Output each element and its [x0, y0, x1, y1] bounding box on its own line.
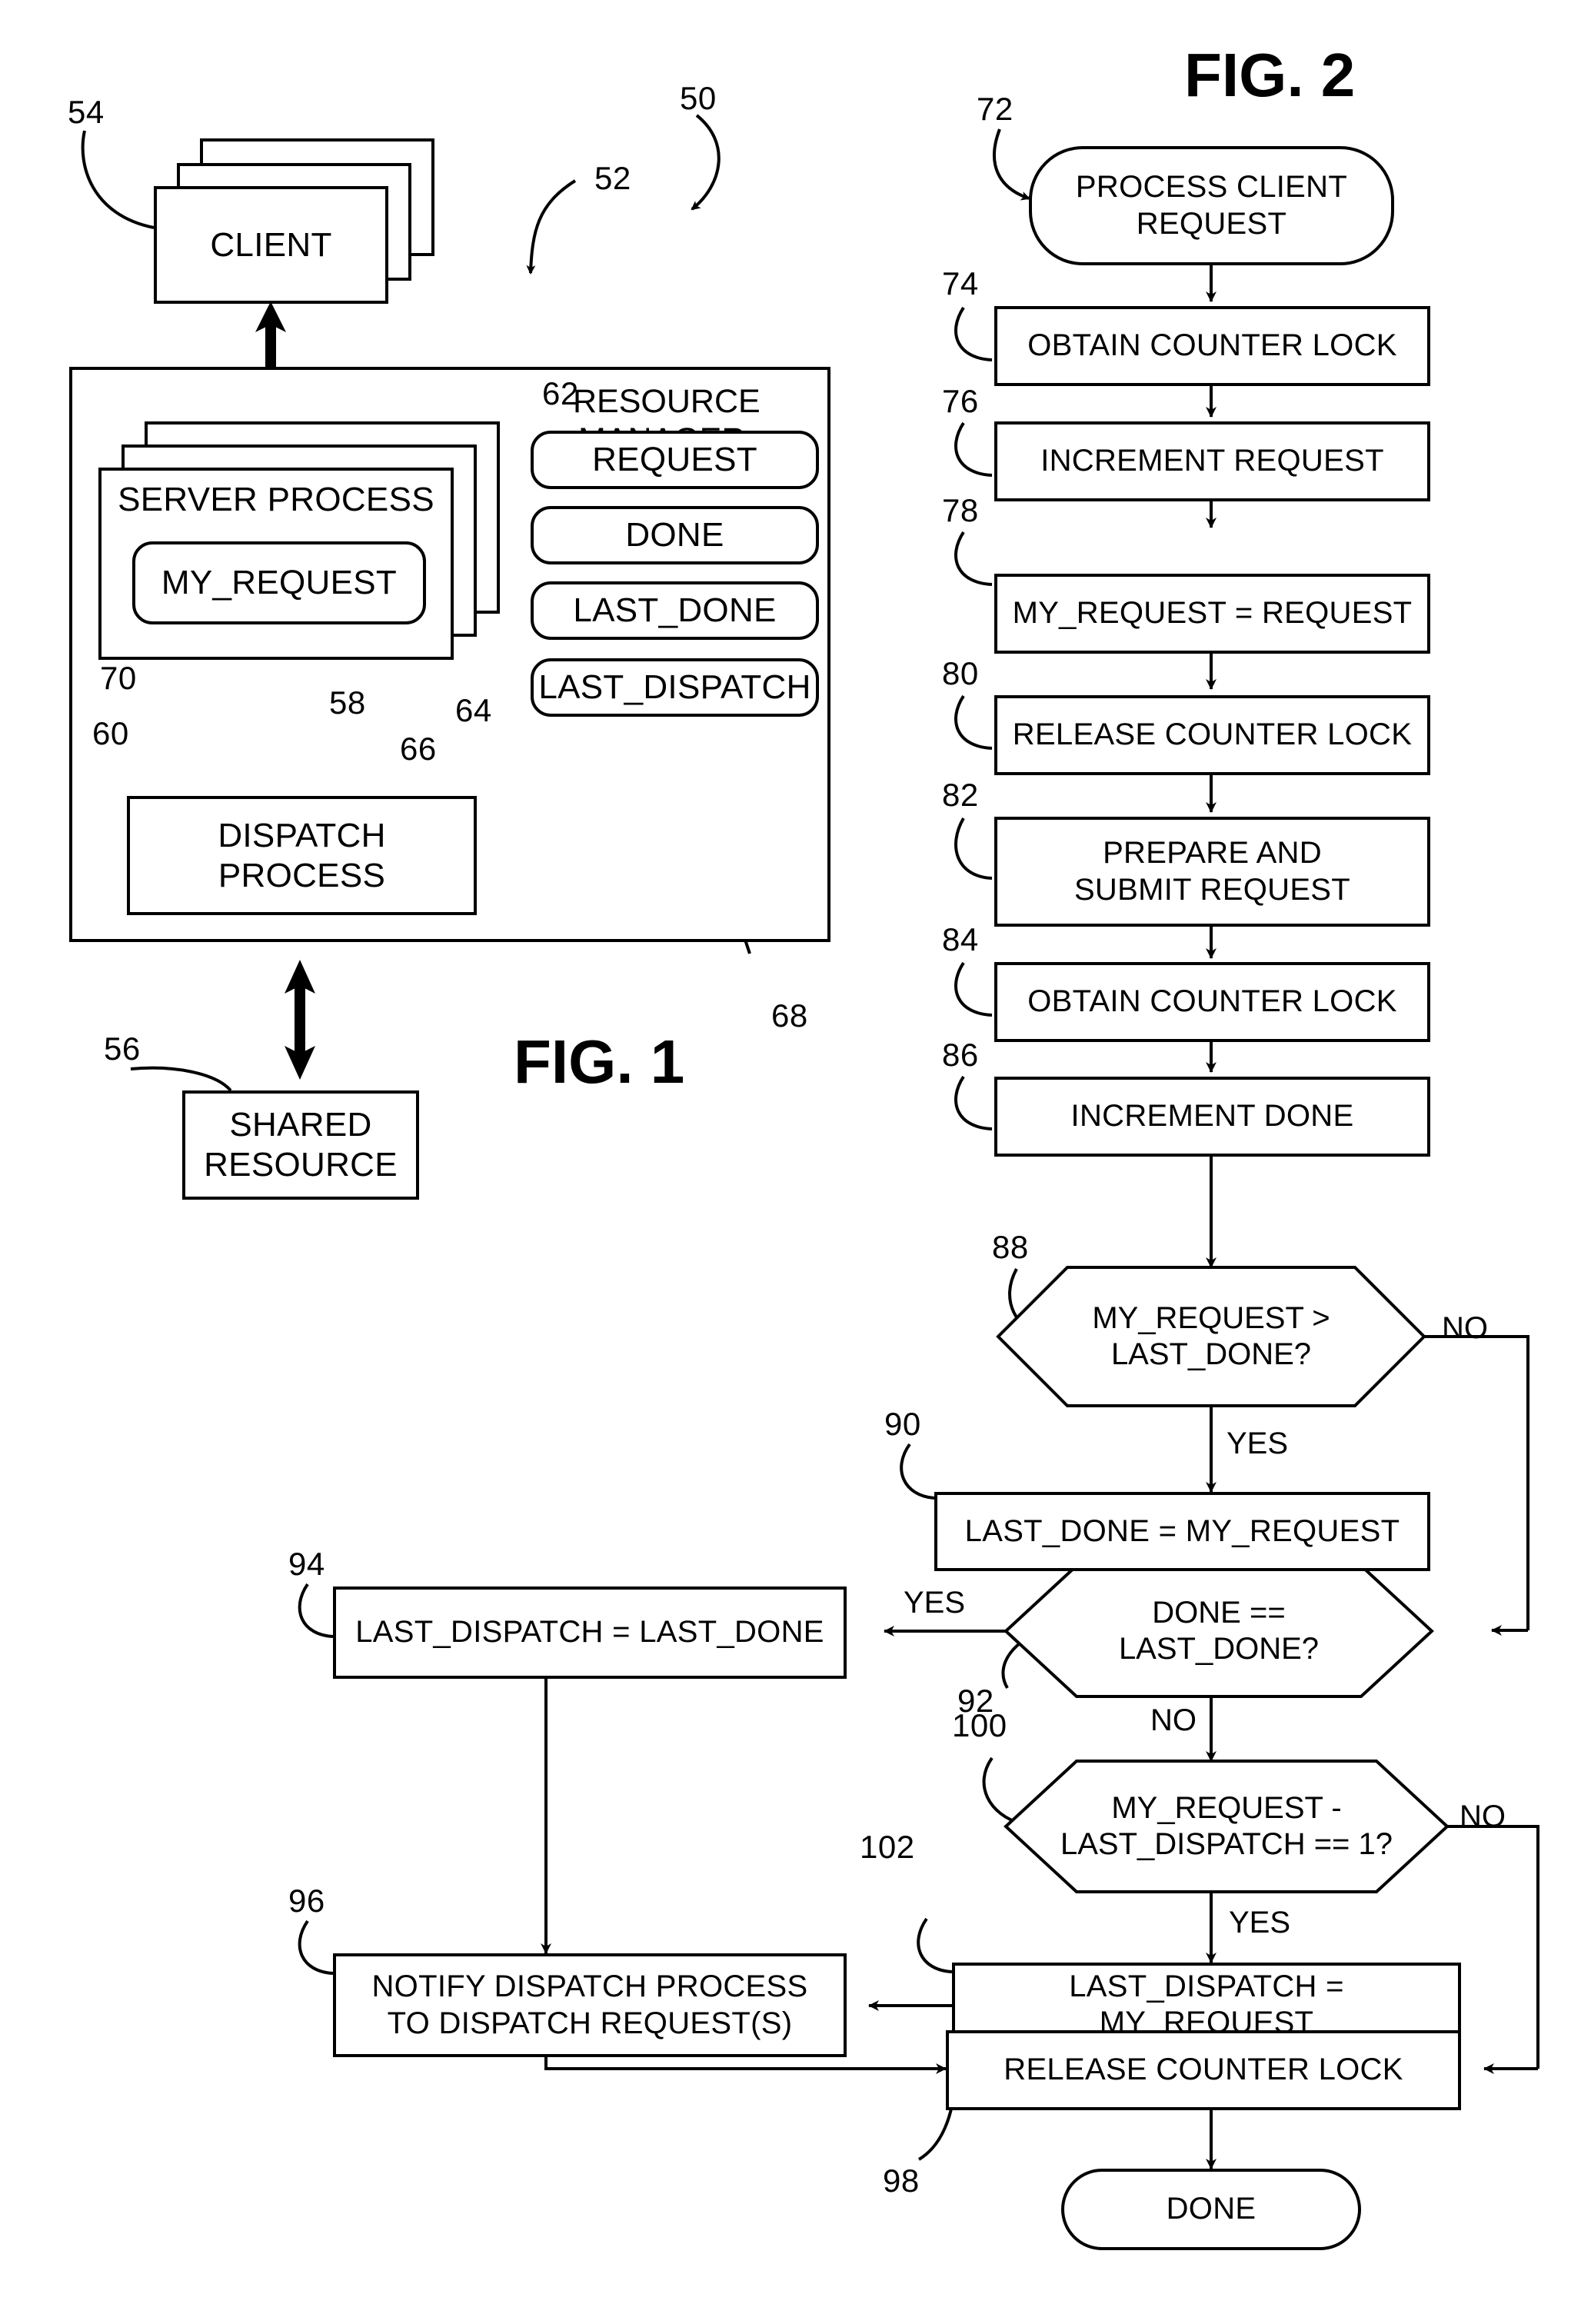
ref-54: 54: [68, 94, 105, 130]
step-92-label-line1: DONE ==: [1152, 1595, 1286, 1630]
step-96-label-line1: NOTIFY DISPATCH PROCESS: [371, 1969, 808, 2004]
edge-label-yes-88: YES: [1227, 1427, 1289, 1460]
step-increment-request-76: INCREMENT REQUEST: [994, 421, 1430, 501]
figure-2-title: FIG. 2: [1184, 41, 1356, 109]
patent-figure-page: CLIENT RESOURCE MANAGER SERVER PROCESS M…: [0, 0, 1591, 2324]
step-90-label: LAST_DONE = MY_REQUEST: [964, 1513, 1400, 1548]
ref-82: 82: [942, 777, 979, 813]
ref-98: 98: [883, 2163, 920, 2199]
step-last-done-equals-my-request-90: LAST_DONE = MY_REQUEST: [934, 1492, 1430, 1571]
step-decision-88: MY_REQUEST > LAST_DONE?: [998, 1267, 1424, 1406]
step-82-label-line1: PREPARE AND: [1103, 836, 1322, 871]
last-dispatch-counter-box: LAST_DISPATCH: [531, 658, 819, 717]
step-100-label-line2: LAST_DISPATCH == 1?: [1060, 1827, 1393, 1861]
step-96-label-line2: TO DISPATCH REQUEST(S): [387, 2006, 793, 2040]
request-counter-label: REQUEST: [592, 441, 757, 479]
step-obtain-counter-lock-74: OBTAIN COUNTER LOCK: [994, 306, 1430, 386]
ref-80: 80: [942, 655, 979, 691]
done-counter-box: DONE: [531, 506, 819, 564]
ref-56: 56: [104, 1030, 141, 1067]
ref-64: 64: [455, 692, 492, 728]
resource-manager-title-line1: RESOURCE: [573, 383, 761, 420]
ref-66: 66: [400, 731, 437, 767]
edge-label-yes-92: YES: [904, 1586, 966, 1620]
step-last-dispatch-equals-last-done-94: LAST_DISPATCH = LAST_DONE: [333, 1587, 847, 1679]
ref-78: 78: [942, 492, 979, 528]
step-decision-92: DONE == LAST_DONE?: [1006, 1566, 1432, 1696]
step-72-label-line1: PROCESS CLIENT: [1075, 170, 1348, 205]
ref-52: 52: [594, 160, 631, 196]
ref-72: 72: [977, 91, 1014, 127]
figure-1-title: FIG. 1: [514, 1027, 685, 1096]
ref-88: 88: [992, 1229, 1029, 1265]
client-label: CLIENT: [210, 225, 332, 264]
ref-96: 96: [288, 1883, 325, 1919]
shared-resource-box: SHARED RESOURCE: [182, 1090, 419, 1200]
shared-resource-label-line1: SHARED: [229, 1106, 372, 1144]
step-done-label: DONE: [1166, 2192, 1256, 2226]
step-100-label-line1: MY_REQUEST -: [1111, 1790, 1342, 1825]
ref-76: 76: [942, 383, 979, 419]
request-counter-box: REQUEST: [531, 431, 819, 489]
step-release-counter-lock-80: RELEASE COUNTER LOCK: [994, 695, 1430, 775]
dispatch-process-box: DISPATCH PROCESS: [127, 796, 477, 915]
step-88-label-line1: MY_REQUEST >: [1092, 1300, 1330, 1335]
server-process-label: SERVER PROCESS: [118, 481, 434, 518]
ref-58: 58: [329, 684, 366, 721]
shared-resource-label-line2: RESOURCE: [204, 1146, 398, 1184]
last-done-counter-box: LAST_DONE: [531, 581, 819, 640]
step-decision-100: MY_REQUEST - LAST_DISPATCH == 1?: [1006, 1761, 1447, 1892]
ref-62: 62: [542, 375, 579, 411]
step-78-label: MY_REQUEST = REQUEST: [1012, 596, 1413, 631]
step-80-label: RELEASE COUNTER LOCK: [1012, 718, 1413, 752]
step-notify-dispatch-process-96: NOTIFY DISPATCH PROCESS TO DISPATCH REQU…: [333, 1953, 847, 2057]
step-release-counter-lock-98: RELEASE COUNTER LOCK: [946, 2030, 1461, 2110]
step-98-label: RELEASE COUNTER LOCK: [1004, 2053, 1403, 2087]
ref-84: 84: [942, 921, 979, 957]
ref-70: 70: [100, 660, 137, 696]
step-process-client-request: PROCESS CLIENT REQUEST: [1029, 146, 1394, 265]
edge-label-yes-100: YES: [1229, 1906, 1291, 1939]
step-92-label-line2: LAST_DONE?: [1118, 1632, 1320, 1666]
ref-102: 102: [860, 1829, 915, 1865]
dispatch-process-label-line1: DISPATCH: [218, 816, 386, 854]
step-94-label: LAST_DISPATCH = LAST_DONE: [355, 1615, 824, 1650]
ref-50: 50: [680, 80, 717, 116]
ref-74: 74: [942, 265, 979, 301]
last-done-counter-label: LAST_DONE: [573, 591, 777, 630]
step-84-label: OBTAIN COUNTER LOCK: [1027, 984, 1397, 1019]
last-dispatch-counter-label: LAST_DISPATCH: [538, 668, 811, 707]
my-request-counter-box: MY_REQUEST: [132, 541, 426, 624]
step-72-label-line2: REQUEST: [1136, 206, 1287, 241]
step-done-terminal: DONE: [1061, 2169, 1361, 2250]
edge-label-no-92: NO: [1150, 1703, 1197, 1737]
step-obtain-counter-lock-84: OBTAIN COUNTER LOCK: [994, 962, 1430, 1042]
step-86-label: INCREMENT DONE: [1070, 1099, 1354, 1134]
edge-label-no-100: NO: [1460, 1800, 1506, 1833]
step-76-label: INCREMENT REQUEST: [1040, 444, 1384, 478]
ref-86: 86: [942, 1037, 979, 1073]
step-88-label-line2: LAST_DONE?: [1110, 1337, 1312, 1371]
done-counter-label: DONE: [625, 516, 724, 554]
dispatch-process-label-line2: PROCESS: [218, 856, 386, 894]
client-box: CLIENT: [154, 186, 388, 304]
ref-90: 90: [884, 1406, 921, 1442]
server-process-box: SERVER PROCESS MY_REQUEST: [98, 468, 454, 660]
ref-60: 60: [92, 715, 129, 751]
step-prepare-and-submit-request-82: PREPARE AND SUBMIT REQUEST: [994, 817, 1430, 927]
step-increment-done-86: INCREMENT DONE: [994, 1077, 1430, 1157]
step-my-request-equals-request-78: MY_REQUEST = REQUEST: [994, 574, 1430, 654]
step-74-label: OBTAIN COUNTER LOCK: [1027, 328, 1397, 363]
edge-label-no-88: NO: [1442, 1311, 1488, 1345]
step-82-label-line2: SUBMIT REQUEST: [1073, 872, 1351, 907]
ref-94: 94: [288, 1546, 325, 1582]
my-request-label: MY_REQUEST: [161, 564, 398, 602]
ref-68: 68: [771, 997, 808, 1034]
ref-100: 100: [952, 1707, 1007, 1743]
